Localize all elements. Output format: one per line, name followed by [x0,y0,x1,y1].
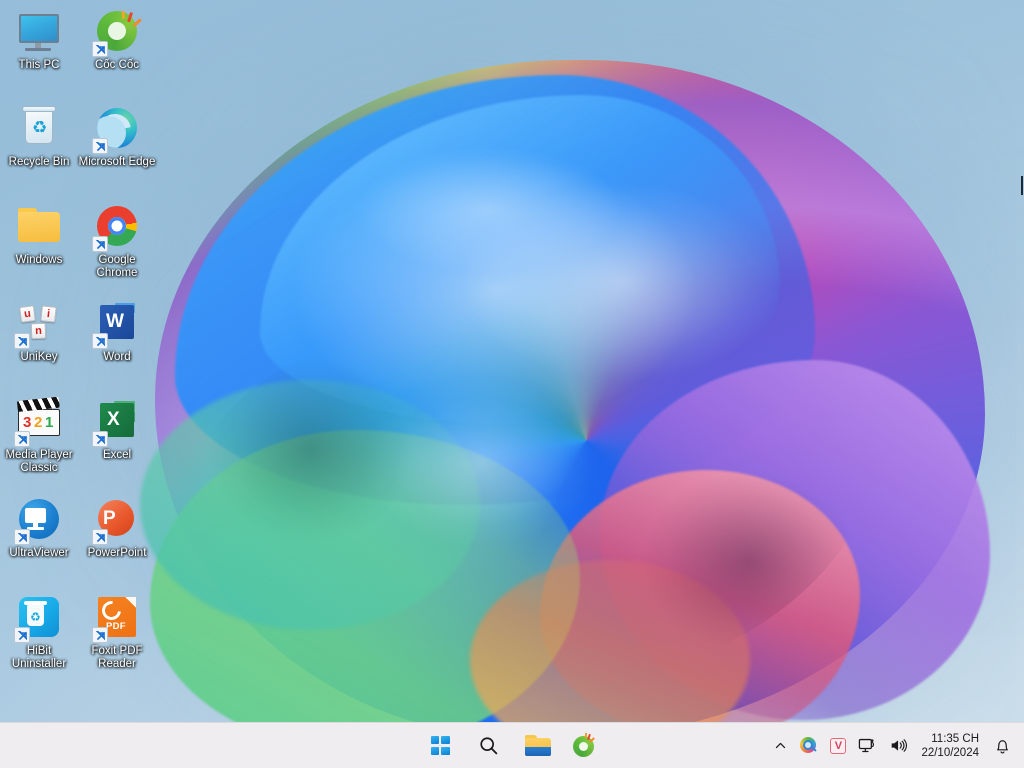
desktop-icon-label: Windows [0,254,78,267]
shortcut-arrow-icon [14,431,30,447]
bell-icon [994,737,1011,755]
desktop-icon-label: Google Chrome [78,254,156,280]
mpc-number-1: 1 [45,415,53,430]
folder-icon [15,203,63,251]
chevron-up-icon [774,739,787,752]
desktop[interactable]: This PC Cốc Cốc ♻ Recycle Bin [0,0,1024,768]
microsoft-excel-icon: X [93,398,141,446]
recycle-bin-icon: ♻ [15,105,63,153]
desktop-icon-excel[interactable]: X Excel [78,398,156,462]
search-icon [478,735,499,756]
shortcut-arrow-icon [14,529,30,545]
tray-network-button[interactable] [853,729,882,763]
tray-unikey-button[interactable]: V [825,729,851,763]
shortcut-arrow-icon [92,333,108,349]
desktop-icon-label: Recycle Bin [0,156,78,169]
foxit-pdf-reader-icon: PDF [93,594,141,642]
coccoc-taskbar-button[interactable] [564,728,604,764]
start-button[interactable] [420,728,460,764]
coccoc-search-icon [800,737,818,755]
clock-time: 11:35 CH [931,732,979,746]
shortcut-arrow-icon [92,529,108,545]
desktop-icon-label: This PC [0,59,78,72]
desktop-icon-powerpoint[interactable]: P PowerPoint [78,496,156,560]
desktop-icon-unikey[interactable]: u i n UniKey [0,300,78,364]
taskbar-center-group [420,728,604,764]
desktop-icon-word[interactable]: W Word [78,300,156,364]
file-explorer-button[interactable] [516,728,556,764]
desktop-icon-google-chrome[interactable]: Google Chrome [78,203,156,280]
tray-volume-button[interactable] [884,729,913,763]
clock-date: 22/10/2024 [921,746,979,760]
system-tray: V 11:35 CH [767,729,1016,763]
desktop-icon-hibit-uninstaller[interactable]: ♻ HiBit Uninstaller [0,594,78,671]
word-letter: W [106,312,124,331]
shortcut-arrow-icon [92,41,108,57]
shortcut-arrow-icon [92,236,108,252]
taskbar[interactable]: V 11:35 CH [0,722,1024,768]
desktop-icon-label: PowerPoint [78,547,156,560]
network-monitor-icon [858,737,877,754]
microsoft-powerpoint-icon: P [93,496,141,544]
desktop-icon-label: UniKey [0,351,78,364]
media-player-classic-icon: 3 2 1 [15,398,63,446]
desktop-icon-microsoft-edge[interactable]: Microsoft Edge [78,105,156,169]
file-explorer-icon [516,728,556,764]
microsoft-word-icon: W [93,300,141,348]
shortcut-arrow-icon [14,627,30,643]
desktop-icon-coc-coc[interactable]: Cốc Cốc [78,8,156,72]
desktop-icon-label: Media Player Classic [0,449,78,475]
ultraviewer-icon [15,496,63,544]
wallpaper-petal-teal [140,380,480,630]
powerpoint-letter: P [103,509,116,528]
wallpaper-sheen [300,120,720,420]
unikey-icon: u i n [15,300,63,348]
desktop-icon-this-pc[interactable]: This PC [0,8,78,72]
desktop-icon-label: Cốc Cốc [78,59,156,72]
mpc-number-3: 3 [23,415,31,430]
monitor-icon [15,8,63,56]
desktop-icon-media-player-classic[interactable]: 3 2 1 Media Player Classic [0,398,78,475]
shortcut-arrow-icon [14,333,30,349]
unikey-key-n: n [31,323,47,340]
tray-overflow-button[interactable] [767,729,793,763]
desktop-icon-label: UltraViewer [0,547,78,560]
taskbar-clock[interactable]: 11:35 CH 22/10/2024 [915,729,987,763]
desktop-icon-windows-folder[interactable]: Windows [0,203,78,267]
unikey-key-i: i [40,305,57,322]
windows-logo-icon [431,736,450,755]
desktop-icon-recycle-bin[interactable]: ♻ Recycle Bin [0,105,78,169]
desktop-icon-label: Microsoft Edge [78,156,156,169]
unikey-key-u: u [19,305,36,323]
desktop-icon-grid: This PC Cốc Cốc ♻ Recycle Bin [0,0,160,710]
desktop-icon-label: Word [78,351,156,364]
shortcut-arrow-icon [92,627,108,643]
excel-letter: X [107,410,120,429]
google-chrome-icon [93,203,141,251]
shortcut-arrow-icon [92,431,108,447]
hibit-uninstaller-icon: ♻ [15,594,63,642]
foxit-pdf-badge: PDF [106,621,126,632]
tray-coccoc-search-button[interactable] [795,729,823,763]
desktop-icon-ultraviewer[interactable]: UltraViewer [0,496,78,560]
desktop-icon-label: HiBit Uninstaller [0,645,78,671]
mpc-number-2: 2 [34,415,42,430]
desktop-icon-label: Foxit PDF Reader [78,645,156,671]
unikey-tray-icon: V [830,738,846,754]
notifications-button[interactable] [989,729,1016,763]
speaker-icon [889,737,908,754]
coccoc-icon [572,734,596,758]
microsoft-edge-icon [93,105,141,153]
text-cursor-artifact [1021,176,1023,195]
shortcut-arrow-icon [92,138,108,154]
search-button[interactable] [468,728,508,764]
coccoc-icon [93,8,141,56]
desktop-icon-label: Excel [78,449,156,462]
desktop-icon-foxit-pdf-reader[interactable]: PDF Foxit PDF Reader [78,594,156,671]
